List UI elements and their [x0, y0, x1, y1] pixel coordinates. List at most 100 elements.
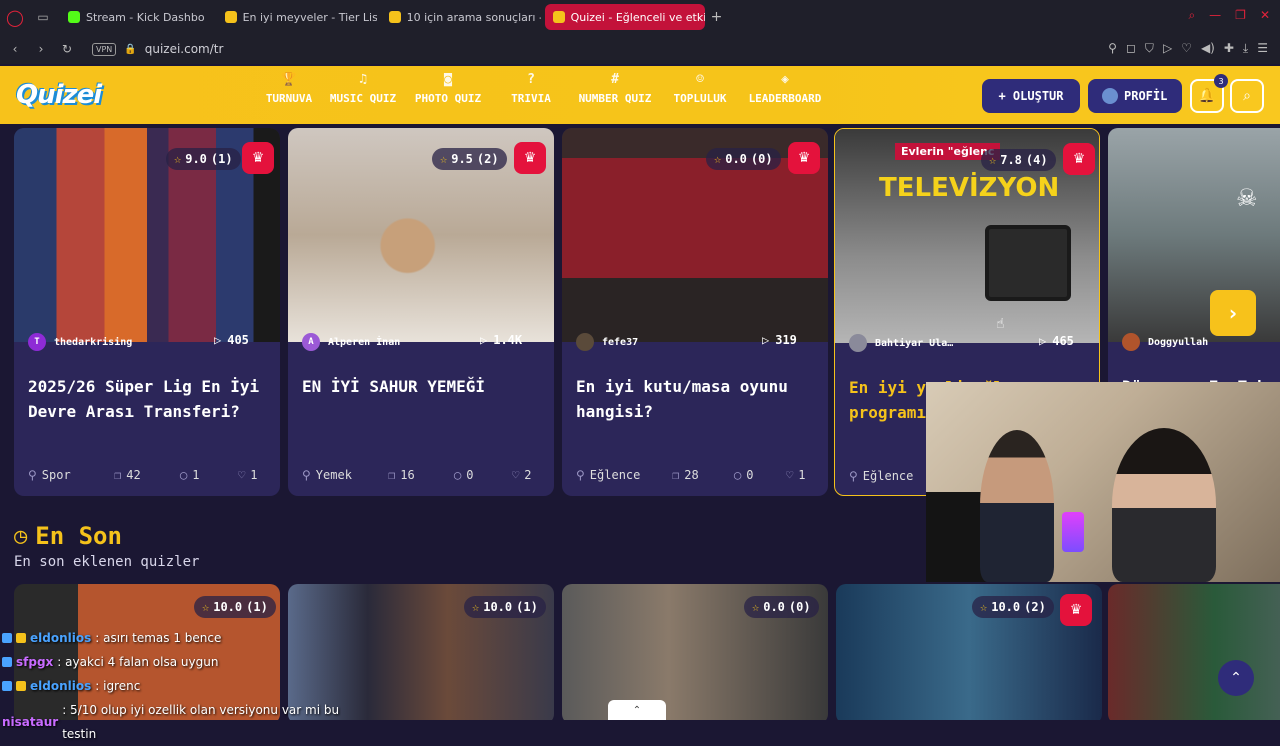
nav-leaderboard[interactable]: ◈ LEADERBOARD [742, 72, 828, 105]
extension-icon[interactable]: ✚ [1224, 41, 1234, 56]
site-logo[interactable]: Quizei [16, 80, 102, 110]
quiz-title[interactable]: 2025/26 Süper Lig En İyi Devre Arası Tra… [28, 374, 268, 424]
nav-photo-quiz[interactable]: ◙ PHOTO QUIZ [406, 72, 490, 105]
nav-turnuva[interactable]: 🏆 TURNUVA [258, 72, 320, 105]
heart-icon[interactable]: ♡ [1181, 41, 1192, 56]
chevron-up-icon: ⌃ [1230, 670, 1242, 686]
chat-message: nisataur : 5/10 olup iyi ozellik olan ve… [2, 698, 362, 746]
nav-number-quiz[interactable]: # NUMBER QUIZ [572, 72, 658, 105]
browser-tab-active[interactable]: Quizei - Eğlenceli ve etkile [544, 4, 705, 30]
browser-tab[interactable]: 10 için arama sonuçları - Q [381, 4, 541, 30]
author[interactable]: A Alperen İnan [302, 333, 400, 351]
nav-trivia[interactable]: ? TRIVIA [490, 72, 572, 105]
comment-icon: ◯ [180, 468, 188, 482]
crown-icon: ♛ [1060, 594, 1092, 626]
latest-quiz-card[interactable]: ☆ 10.0 (2) ♛ [836, 584, 1102, 720]
avatar: A [302, 333, 320, 351]
close-icon[interactable]: ✕ [1260, 8, 1270, 23]
heart-icon: ♡ [238, 468, 246, 482]
author[interactable]: Bahtiyar Ula… [849, 334, 953, 352]
scroll-to-top-button[interactable]: ⌃ [1218, 660, 1254, 696]
forward-icon[interactable]: › [30, 42, 52, 56]
create-button[interactable]: + OLUŞTUR [982, 79, 1080, 113]
author[interactable]: T thedarkrising [28, 333, 132, 351]
search-button[interactable]: ⌕ [1230, 79, 1264, 113]
play-count: ▷ 319 [762, 333, 797, 347]
search-icon[interactable]: ⌕ [1188, 8, 1195, 23]
category-icon: ⚲ [302, 468, 311, 482]
quiz-card[interactable]: ☆ 9.5 (2) ♛ A Alperen İnan ▷ 1.4K EN İYİ … [288, 128, 554, 496]
latest-quiz-card[interactable]: ☆ 0.0 (0) [562, 584, 828, 720]
download-icon[interactable]: ⤓ [1243, 41, 1248, 56]
rating-badge: ☆ 7.8 (4) [981, 149, 1056, 171]
quiz-title[interactable]: EN İYİ SAHUR YEMEĞİ [302, 374, 542, 399]
like-count[interactable]: ♡ 1 [786, 468, 805, 482]
quiz-card[interactable]: ☆ 0.0 (0) ♛ fefe37 ▷ 319 En iyi kutu/masa… [562, 128, 828, 496]
rating-badge: ☆ 10.0 (2) [972, 596, 1054, 618]
chat-username: eldonlios [30, 679, 92, 693]
play-icon[interactable]: ▷ [1163, 41, 1172, 56]
play-icon: ▷ [480, 333, 488, 347]
new-tab-icon[interactable]: + [711, 9, 723, 25]
browser-tab[interactable]: En iyi meyveler - Tier List [217, 4, 377, 30]
avatar: T [28, 333, 46, 351]
chat-badge-icon [2, 657, 12, 667]
heart-icon: ♡ [512, 468, 520, 482]
thumbnail-text: TELEVİZYON [879, 173, 1060, 203]
expand-tab-button[interactable]: ⌃ [608, 700, 666, 720]
menu-icon[interactable]: ☰ [1257, 41, 1268, 56]
chat-message: sfpgx : ayakci 4 falan olsa uygun [2, 650, 362, 674]
avatar [576, 333, 594, 351]
rating-badge: ☆ 10.0 (1) [464, 596, 546, 618]
minimize-icon[interactable]: — [1209, 8, 1221, 23]
volume-icon[interactable]: ◀) [1201, 41, 1215, 56]
play-count: ▷ 1.4K [480, 333, 523, 347]
star-icon: ☆ [440, 152, 448, 166]
shield-icon[interactable]: ⛉ [1145, 41, 1154, 56]
browser-tab[interactable]: Stream - Kick Dashbo [60, 4, 213, 30]
browser-tab-bar: ◯ ▭ Stream - Kick Dashbo En iyi meyveler… [0, 0, 1280, 34]
play-icon: ▷ [1039, 334, 1047, 348]
star-icon: ☆ [174, 152, 182, 166]
nav-music-quiz[interactable]: ♫ MUSIC QUIZ [320, 72, 406, 105]
latest-quiz-card[interactable] [1108, 584, 1280, 720]
url-field[interactable]: quizei.com/tr [145, 42, 224, 56]
nav-topluluk[interactable]: ☺ TOPLULUK [658, 72, 742, 105]
camera-icon: ◙ [444, 72, 452, 87]
notification-button[interactable]: 🔔 3 [1190, 74, 1228, 113]
quiz-card[interactable]: ☆ 9.0 (1) ♛ T thedarkrising ▷ 405 2025/26… [14, 128, 280, 496]
profile-button[interactable]: PROFİL [1088, 79, 1182, 113]
opera-logo-icon[interactable]: ◯ [0, 0, 30, 34]
author[interactable]: fefe37 [576, 333, 638, 351]
category: ⚲ Eğlence [849, 469, 914, 483]
crown-icon: ♛ [242, 142, 274, 174]
vpn-badge[interactable]: VPN [92, 42, 117, 56]
author[interactable]: Doggyullah [1122, 333, 1208, 351]
like-count[interactable]: ♡ 1 [238, 468, 257, 482]
back-icon[interactable]: ‹ [4, 42, 26, 56]
category-icon: ⚲ [576, 468, 585, 482]
questions-icon: ❐ [114, 468, 122, 482]
play-count: ▷ 465 [1039, 334, 1074, 348]
quiz-stats: ⚲ Eğlence ❐ 28 ◯ 0 ♡ 1 [576, 468, 816, 482]
notification-badge: 3 [1214, 74, 1228, 88]
pin-icon[interactable]: ⚲ [1108, 41, 1117, 56]
play-icon: ▷ [762, 333, 770, 347]
chat-badge-icon [2, 681, 12, 691]
tab-switch-icon[interactable]: ▭ [30, 10, 56, 24]
like-count[interactable]: ♡ 2 [512, 468, 531, 482]
section-title: ◷ En Son [14, 522, 122, 550]
skull-icon: ☠ [1236, 184, 1258, 212]
maximize-icon[interactable]: ❐ [1235, 8, 1246, 23]
comment-count: ◯ 0 [454, 468, 474, 482]
category: ⚲ Eğlence [576, 468, 641, 482]
music-icon: ♫ [359, 72, 367, 87]
trophy-icon: 🏆 [280, 72, 298, 87]
quiz-title[interactable]: En iyi kutu/masa oyunu hangisi? [576, 374, 816, 424]
carousel-next-button[interactable]: › [1210, 290, 1256, 336]
snapshot-icon[interactable]: ◻ [1126, 41, 1136, 56]
reload-icon[interactable]: ↻ [56, 42, 78, 56]
hash-icon: # [611, 72, 619, 87]
extensions-bar: ⚲ ◻ ⛉ ▷ ♡ ◀) ✚ ⤓ ☰ [1108, 41, 1268, 56]
chat-text: : igrenc [95, 679, 141, 693]
